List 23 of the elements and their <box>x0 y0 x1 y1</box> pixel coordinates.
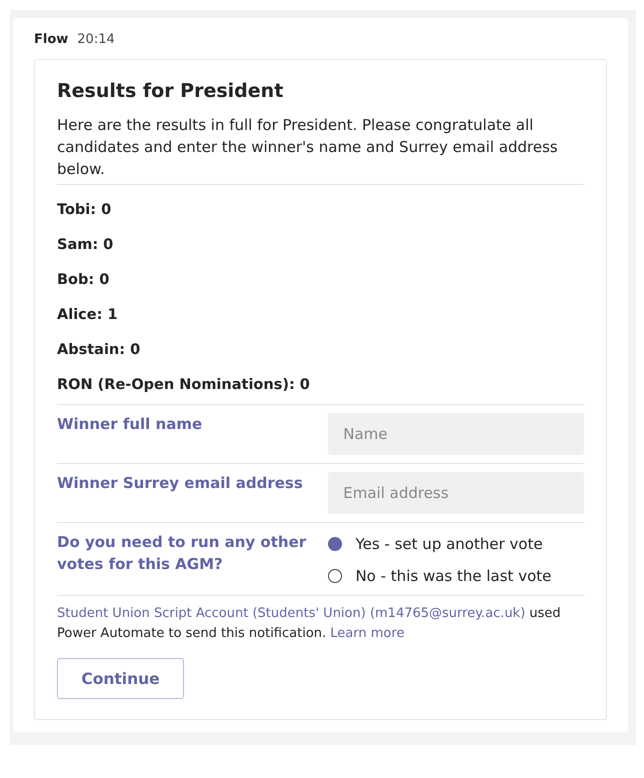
result-line: Bob: 0 <box>57 271 110 290</box>
message-time: 20:14 <box>77 32 115 47</box>
result-line: Alice: 1 <box>57 306 119 325</box>
field-label: Winner Surrey email address <box>57 473 304 494</box>
continue-button[interactable]: Continue <box>57 658 184 699</box>
input-field[interactable]: Name <box>328 413 584 455</box>
radio-option[interactable]: Yes - set up another vote <box>328 535 584 553</box>
card-title: Results for President <box>57 80 284 102</box>
option-label: Yes - set up another vote <box>355 535 543 553</box>
radio-option[interactable]: No - this was the last vote <box>328 567 584 585</box>
field-label: Winner full name <box>57 414 204 435</box>
result-line: Sam: 0 <box>57 236 114 255</box>
input-field[interactable]: Email address <box>328 472 584 514</box>
result-line: RON (Re-Open Nominations): 0 <box>57 376 311 395</box>
option-label: No - this was the last vote <box>355 567 552 585</box>
result-line: Abstain: 0 <box>57 341 142 360</box>
notification-footer: Student Union Script Account (Students' Union) (m14765@surrey.ac.uk) used Power Automate to send this notification. Learn more <box>57 595 584 644</box>
result-line: Tobi: 0 <box>57 201 112 220</box>
learn-more-link[interactable]: Learn more <box>330 626 404 641</box>
sender-name: Flow <box>34 32 68 47</box>
card-description: Here are the results in full for President. Please congratulate all candidates and enter the winner's name and Surrey email address below. <box>57 114 584 185</box>
account-link[interactable]: Student Union Script Account (Students' Union) (m14765@surrey.ac.uk) <box>57 606 526 621</box>
question-label: Do you need to run any other votes for this AGM? <box>57 532 308 575</box>
